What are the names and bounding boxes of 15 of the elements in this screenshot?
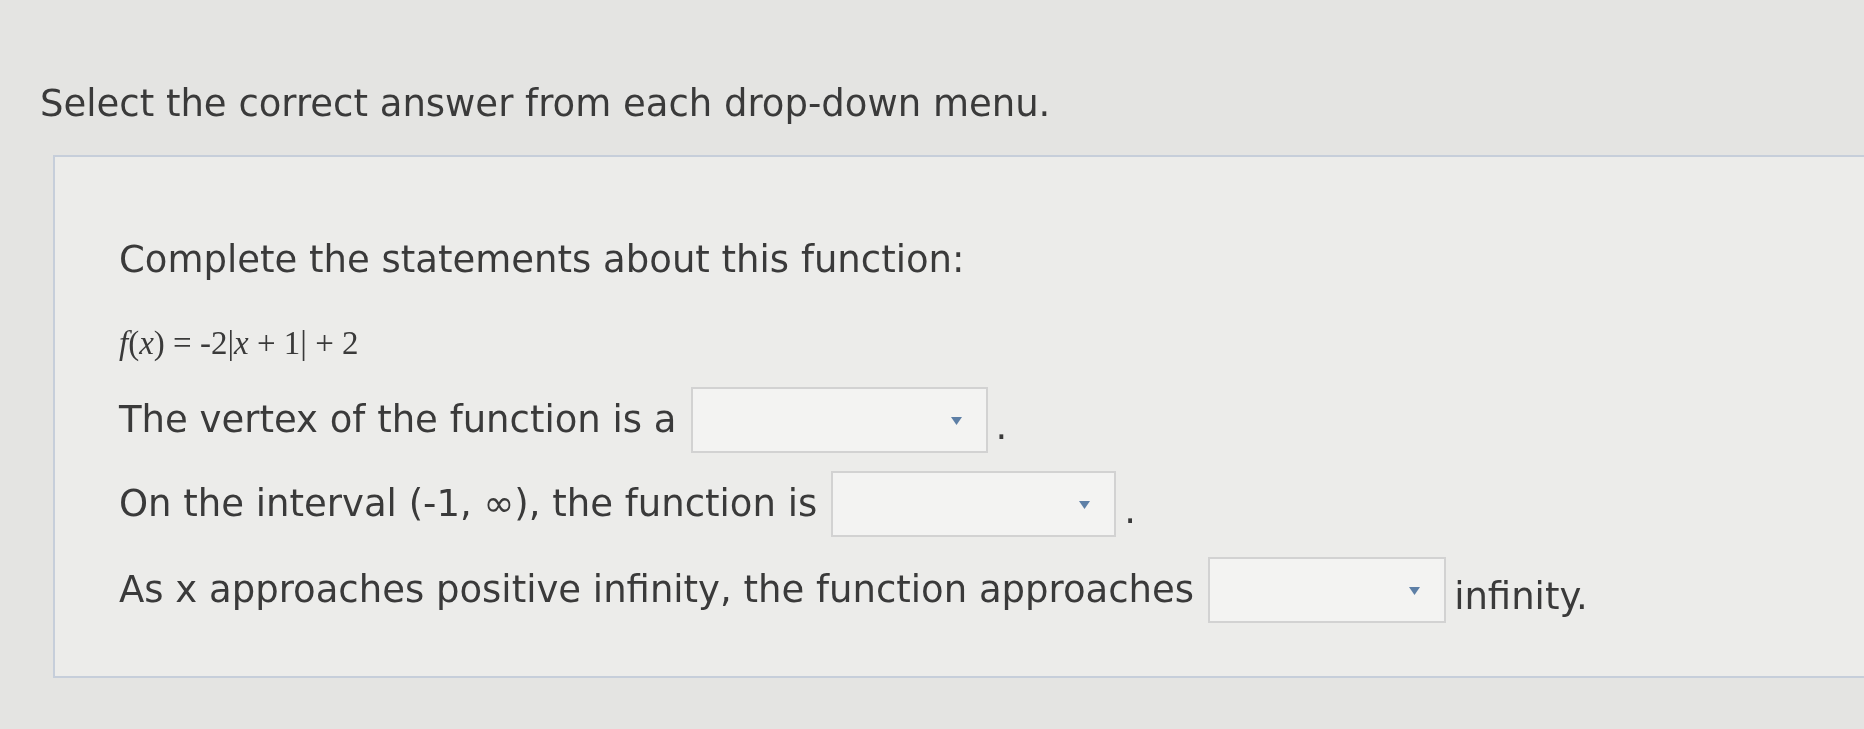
statement-text: .	[995, 405, 1008, 449]
caret-icon	[1079, 501, 1091, 509]
statement-text: On the interval (-1, ∞), the function is	[119, 482, 818, 526]
statement-text: .	[1124, 489, 1136, 533]
dropdown-field[interactable]	[1208, 557, 1447, 623]
question-prompt: Complete the statements about this function:	[119, 238, 965, 282]
statement-text: The vertex of the function is a	[119, 398, 677, 442]
statement-text: infinity.	[1454, 575, 1588, 619]
statement-text: As x approaches positive infinity, the function approaches	[119, 568, 1195, 612]
instruction-text: Select the correct answer from each drop-down menu.	[40, 82, 1051, 126]
dropdown-field[interactable]	[831, 471, 1117, 537]
caret-icon	[1409, 587, 1421, 595]
caret-icon	[950, 417, 962, 425]
dropdown-field[interactable]	[690, 387, 988, 453]
function-formula: f(x) = -2|x + 1| + 2	[119, 324, 359, 363]
